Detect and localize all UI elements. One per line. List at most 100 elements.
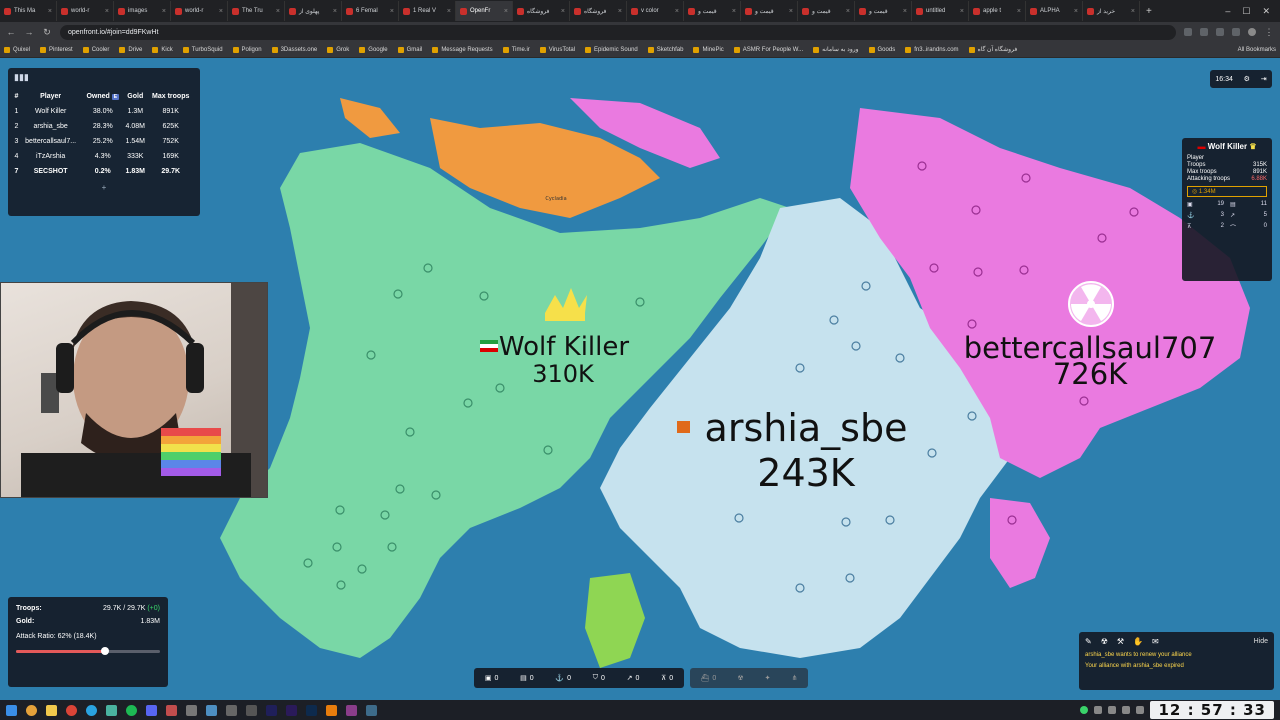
mirv-icon[interactable]: ⋔ xyxy=(792,674,798,682)
settings-icon[interactable]: ⚙ xyxy=(1244,75,1250,83)
attack-ratio-knob[interactable] xyxy=(101,647,110,655)
app-icon[interactable] xyxy=(246,704,257,716)
close-tab-icon[interactable]: × xyxy=(1074,8,1078,15)
atom-bomb-icon[interactable]: ☢ xyxy=(737,674,743,682)
browser-tab[interactable]: قیمت و × xyxy=(741,1,798,21)
close-tab-icon[interactable]: × xyxy=(333,8,337,15)
tray-icon[interactable] xyxy=(1136,706,1145,714)
extension-icon[interactable] xyxy=(1200,28,1208,36)
browser-tab[interactable]: world-r × xyxy=(171,1,228,21)
menu-icon[interactable]: ⋮ xyxy=(1264,27,1274,38)
nuke-filter-icon[interactable]: ☢ xyxy=(1101,637,1108,646)
hydrogen-bomb-icon[interactable]: ✦ xyxy=(765,674,771,682)
new-tab-icon[interactable]: + xyxy=(1140,6,1158,17)
browser-tab[interactable]: فروشگاه × xyxy=(570,1,627,21)
app-icon[interactable] xyxy=(186,704,197,716)
discord-icon[interactable] xyxy=(146,704,157,716)
leaderboard-chart-icon[interactable]: ▮▮▮ xyxy=(14,72,194,83)
build-city-button[interactable]: ▣ 0 xyxy=(485,674,499,683)
leaderboard-row[interactable]: 2 arshia_sbe 28.3% 4.08M 625K xyxy=(14,119,194,134)
search-icon[interactable] xyxy=(26,704,37,716)
bookmark-item[interactable]: Sketchfab xyxy=(647,46,683,53)
bookmark-item[interactable]: ASMR For People W... xyxy=(733,46,803,53)
windows-start-icon[interactable] xyxy=(6,704,17,716)
tray-icon[interactable] xyxy=(1094,706,1103,714)
browser-tab[interactable]: 6 Femal × xyxy=(342,1,399,21)
bookmark-item[interactable]: Drive xyxy=(119,46,142,53)
url-field[interactable]: openfront.io/#join=dd9FKwHt xyxy=(60,24,1176,40)
bookmark-item[interactable]: Pinterest xyxy=(40,46,73,53)
leaderboard-row[interactable]: 1 Wolf Killer 38.0% 1.3M 891K xyxy=(14,104,194,119)
bookmark-item[interactable]: Goods xyxy=(868,46,895,53)
close-tab-icon[interactable]: × xyxy=(846,8,850,15)
trade-filter-icon[interactable]: ⚒ xyxy=(1117,637,1124,646)
leaderboard-row[interactable]: 3 bettercallsaul7... 25.2% 1.54M 752K xyxy=(14,134,194,149)
browser-tab[interactable]: قیمت و × xyxy=(684,1,741,21)
premiere-icon[interactable] xyxy=(286,704,297,716)
close-tab-icon[interactable]: × xyxy=(390,8,394,15)
close-tab-icon[interactable]: × xyxy=(960,8,964,15)
close-tab-icon[interactable]: × xyxy=(789,8,793,15)
close-tab-icon[interactable]: × xyxy=(276,8,280,15)
build-missile-silo-button[interactable]: ↗ 0 xyxy=(627,674,640,683)
bookmark-item[interactable]: TurboSquid xyxy=(182,46,223,53)
attack-ratio-slider[interactable] xyxy=(16,647,160,655)
hide-events-button[interactable]: Hide xyxy=(1254,638,1268,645)
browser-tab[interactable]: v color × xyxy=(627,1,684,21)
leaderboard-row[interactable]: 4 iTzArshia 4.3% 333K 169K xyxy=(14,149,194,164)
bookmark-item[interactable]: Kick xyxy=(152,46,173,53)
bookmark-item[interactable]: Gmail xyxy=(397,46,422,53)
close-tab-icon[interactable]: × xyxy=(903,8,907,15)
file-explorer-icon[interactable] xyxy=(46,704,57,716)
tray-icon[interactable] xyxy=(1080,706,1089,714)
browser-tab[interactable]: ALPHA × xyxy=(1026,1,1083,21)
browser-tab[interactable]: خرید از × xyxy=(1083,1,1140,21)
close-tab-icon[interactable]: × xyxy=(561,8,565,15)
taskbar-clock[interactable]: 12 : 57 : 33 xyxy=(1150,701,1274,719)
close-tab-icon[interactable]: × xyxy=(732,8,736,15)
browser-tab[interactable]: The Tru × xyxy=(228,1,285,21)
browser-tab[interactable]: This Ma × xyxy=(0,1,57,21)
bookmark-item[interactable]: Time.ir xyxy=(502,46,530,53)
app-icon[interactable] xyxy=(366,704,377,716)
build-sam-button[interactable]: ⊼ 0 xyxy=(661,674,673,683)
bookmark-item[interactable]: ورود به سامانه xyxy=(813,46,859,53)
col-max-troops[interactable]: Max troops xyxy=(147,89,194,104)
chrome-icon[interactable] xyxy=(66,704,77,716)
back-icon[interactable]: ← xyxy=(6,27,16,37)
tray-icon[interactable] xyxy=(1108,706,1117,714)
app-icon[interactable] xyxy=(226,704,237,716)
col-gold[interactable]: Gold xyxy=(123,89,147,104)
bookmark-item[interactable]: فروشگاه آن گاه xyxy=(968,46,1017,53)
close-tab-icon[interactable]: × xyxy=(618,8,622,15)
close-tab-icon[interactable]: × xyxy=(675,8,679,15)
build-factory-button[interactable]: ▤ 0 xyxy=(520,674,534,683)
forward-icon[interactable]: → xyxy=(24,27,34,37)
bookmark-item[interactable]: Poligon xyxy=(232,46,262,53)
bookmark-item[interactable]: Google xyxy=(359,46,388,53)
bookmark-item[interactable]: Grok xyxy=(327,46,349,53)
extension-icon[interactable] xyxy=(1232,28,1240,36)
spotify-icon[interactable] xyxy=(126,704,137,716)
col-player[interactable]: Player xyxy=(19,89,83,104)
browser-tab[interactable]: 1 Real V × xyxy=(399,1,456,21)
app-icon[interactable] xyxy=(166,704,177,716)
exit-icon[interactable]: ⇥ xyxy=(1261,75,1267,83)
browser-tab[interactable]: OpenFr × xyxy=(456,1,513,21)
leaderboard-row[interactable]: 7 SECSHOT 0.2% 1.83M 29.7K xyxy=(14,164,194,179)
bookmark-item[interactable]: Epidemic Sound xyxy=(585,46,638,53)
close-tab-icon[interactable]: × xyxy=(447,8,451,15)
close-tab-icon[interactable]: × xyxy=(1017,8,1021,15)
maximize-icon[interactable]: ☐ xyxy=(1242,6,1250,17)
bookmark-item[interactable]: Message Requests xyxy=(432,46,493,53)
browser-tab[interactable]: apple t × xyxy=(969,1,1026,21)
close-window-icon[interactable]: ✕ xyxy=(1262,6,1270,17)
extension-icon[interactable] xyxy=(1216,28,1224,36)
bookmark-item[interactable]: Quixel xyxy=(4,46,30,53)
blender-icon[interactable] xyxy=(326,704,337,716)
browser-tab[interactable]: قیمت و × xyxy=(798,1,855,21)
close-tab-icon[interactable]: × xyxy=(105,8,109,15)
bookmark-item[interactable]: MinePic xyxy=(693,46,724,53)
attack-filter-icon[interactable]: ✎ xyxy=(1085,637,1092,646)
bookmark-item[interactable]: VirusTotal xyxy=(539,46,575,53)
